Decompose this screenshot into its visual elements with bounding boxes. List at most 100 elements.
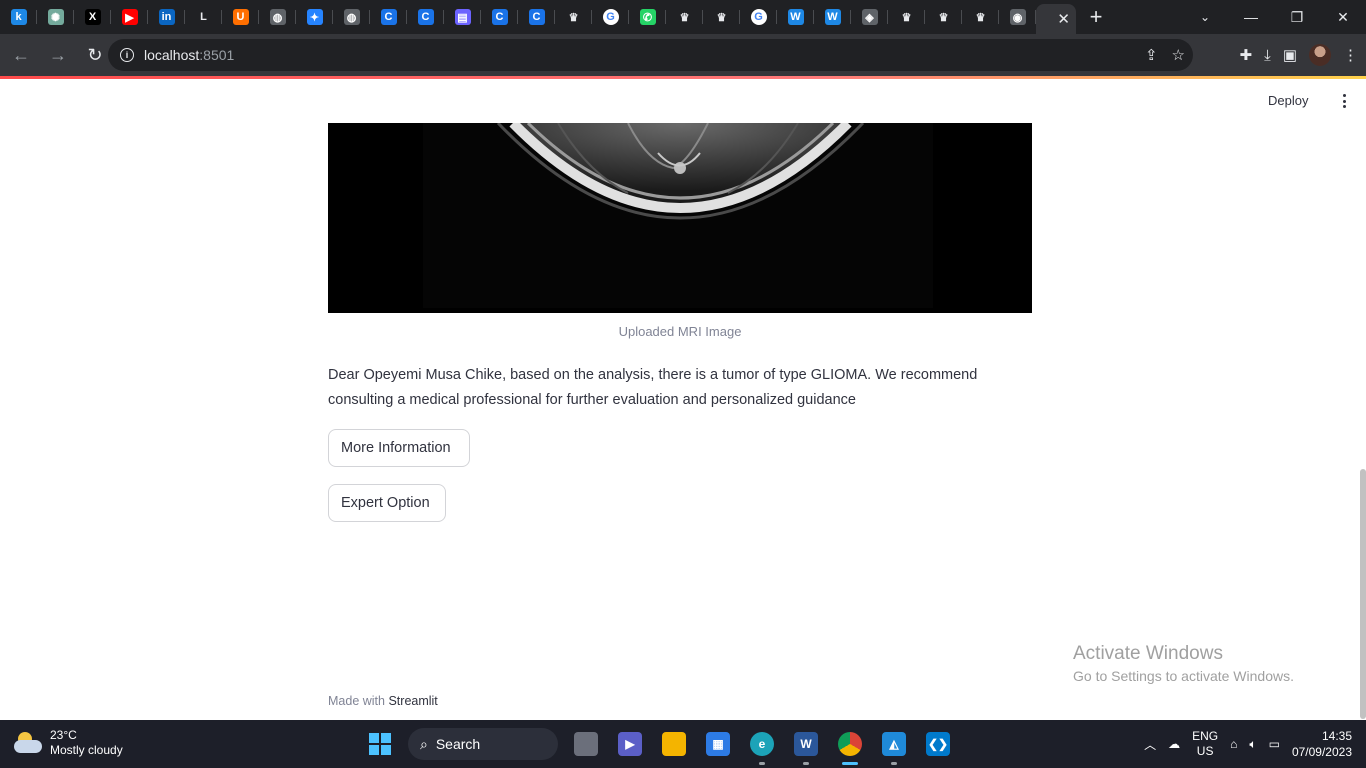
browser-tab[interactable]: ▤ [444,0,481,34]
tab-search-chevron-icon[interactable]: ⌄ [1192,0,1218,34]
file-explorer-button[interactable] [652,720,696,768]
browser-tab[interactable]: L [185,0,222,34]
extensions-icon[interactable]: ✚ [1240,46,1253,64]
chrome-icon: ◉ [1009,9,1026,25]
weather-temperature: 23°C [50,728,77,742]
active-tab[interactable]: ✕ [1036,4,1076,34]
share-icon[interactable]: ⇪ [1145,46,1158,64]
word-button[interactable]: W [784,720,828,768]
back-icon[interactable]: ← [5,39,37,71]
windows-logo-icon [369,733,391,755]
W-icon: W [787,9,804,25]
browser-tab[interactable]: ◈ [851,0,888,34]
minimize-icon[interactable]: — [1228,0,1274,34]
start-button[interactable] [358,720,402,768]
expert-option-button[interactable]: Expert Option [328,484,446,522]
forward-icon[interactable]: → [42,39,74,71]
browser-tab[interactable]: C [481,0,518,34]
bookmark-star-icon[interactable]: ☆ [1172,46,1185,64]
browser-tab[interactable]: ♛ [925,0,962,34]
streamlit-link[interactable]: Streamlit [388,694,437,708]
battery-icon[interactable]: ▭ [1269,737,1280,751]
browser-tab[interactable]: C [370,0,407,34]
browser-tab[interactable]: G [592,0,629,34]
globe-icon: ◍ [269,9,286,25]
browser-tab[interactable]: ♛ [962,0,999,34]
vscode-button[interactable]: ❮❯ [916,720,960,768]
task-view-button[interactable] [564,720,608,768]
deploy-button[interactable]: Deploy [1268,93,1308,108]
browser-tab[interactable]: ✆ [629,0,666,34]
browser-tab[interactable]: ◍ [333,0,370,34]
crown-icon: ♛ [935,9,952,25]
streamlit-app: Deploy Uploaded MRI Image Dear Opeyemi M… [0,79,1366,720]
new-tab-icon[interactable]: + [1076,0,1116,34]
cloudy-weather-icon [14,732,42,754]
browser-tab[interactable]: ♛ [703,0,740,34]
input-language[interactable]: ENG US [1192,729,1218,759]
browser-tab[interactable]: G [740,0,777,34]
taskbar-search-label: Search [435,736,481,752]
browser-tab[interactable]: U [222,0,259,34]
page-scrollbar[interactable] [1360,469,1366,719]
more-information-button[interactable]: More Information [328,429,470,467]
G-icon: G [750,9,767,25]
photos-button[interactable]: ◭ [872,720,916,768]
network-icon[interactable]: ⌂ [1230,737,1237,751]
region-code: US [1196,744,1214,758]
browser-tab[interactable]: W [777,0,814,34]
browser-tab[interactable]: ◍ [259,0,296,34]
teams-chat-button[interactable]: ▶ [608,720,652,768]
doc-icon: ▤ [454,9,471,25]
globe-icon: ◍ [343,9,360,25]
edge-icon: e [750,732,774,756]
store-button[interactable]: ▦ [696,720,740,768]
weather-widget[interactable]: 23°C Mostly cloudy [14,728,123,758]
layers-icon: ◈ [861,9,878,25]
browser-tab[interactable]: X [74,0,111,34]
address-bar[interactable]: i localhost:8501 ⇪ ☆ [108,39,1193,71]
crown-icon: ♛ [898,9,915,25]
photos-icon: ◭ [882,732,906,756]
chrome-icon [838,732,862,756]
windows-taskbar: 23°C Mostly cloudy ⌕ Search ▶ ▦ e W ◭ ❮❯… [0,720,1366,768]
browser-tab[interactable]: W [814,0,851,34]
browser-tab[interactable]: C [407,0,444,34]
system-tray: ︿ ☁ ENG US ⌂ 🔈︎ ▭ 14:35 07/09/2023 [1144,720,1352,768]
browser-tab[interactable]: ♛ [555,0,592,34]
browser-tab[interactable]: C [518,0,555,34]
main-menu-icon[interactable] [1336,91,1352,111]
volume-icon[interactable]: 🔈︎ [1249,737,1256,752]
close-tab-icon[interactable]: ✕ [1057,10,1070,28]
W-icon: W [824,9,841,25]
show-hidden-icons-icon[interactable]: ︿ [1144,736,1156,753]
edge-button[interactable]: e [740,720,784,768]
site-info-icon[interactable]: i [120,48,134,62]
restore-icon[interactable]: ❐ [1274,0,1320,34]
store-icon: ▦ [706,732,730,756]
browser-tab[interactable]: k [0,0,37,34]
taskbar-search[interactable]: ⌕ Search [408,728,558,760]
running-indicator [891,762,897,765]
G-icon: G [602,9,619,25]
browser-tab[interactable]: ♛ [888,0,925,34]
clock-date: 07/09/2023 [1291,745,1352,759]
browser-tab[interactable]: ✺ [37,0,74,34]
browser-tab[interactable]: ♛ [666,0,703,34]
browser-tab[interactable]: ✦ [296,0,333,34]
side-panel-icon[interactable]: ▣ [1283,46,1297,64]
profile-avatar[interactable] [1309,44,1331,66]
in-icon: in [158,9,175,25]
browser-tab[interactable]: ◉ [999,0,1036,34]
browser-tab[interactable]: ▶ [111,0,148,34]
download-icon[interactable]: ⤓ [1264,47,1271,64]
C-icon: C [491,9,508,25]
close-window-icon[interactable]: ✕ [1320,0,1366,34]
chrome-button[interactable] [828,720,872,768]
reload-icon[interactable]: ↻ [79,39,111,71]
folder-icon [662,732,686,756]
onedrive-cloud-icon[interactable]: ☁ [1168,737,1180,751]
clock[interactable]: 14:35 07/09/2023 [1292,728,1352,760]
browser-tab[interactable]: in [148,0,185,34]
chrome-menu-icon[interactable]: ⋮ [1343,46,1358,64]
